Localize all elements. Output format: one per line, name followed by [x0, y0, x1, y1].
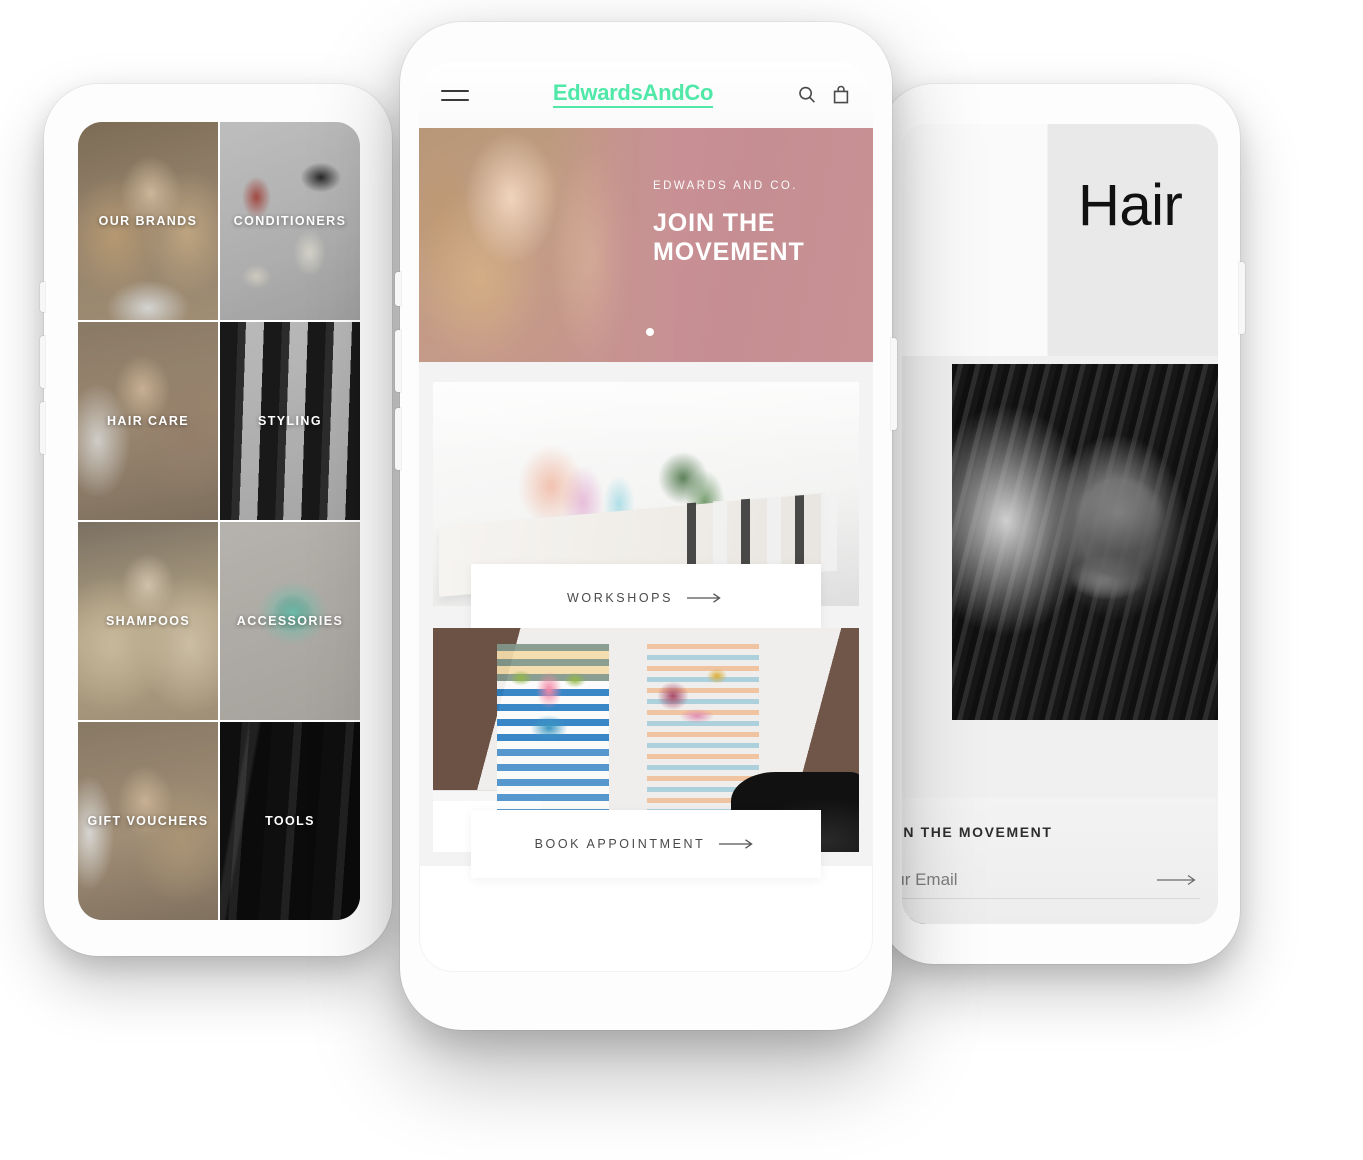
category-tile-grid: OUR BRANDS CONDITIONERS HAIR CARE STYLIN…: [78, 122, 360, 920]
category-tile-label: TOOLS: [265, 814, 315, 828]
brand-logo[interactable]: EdwardsAndCo: [552, 82, 713, 108]
hero-title: JOIN THE MOVEMENT: [653, 209, 805, 267]
category-tile-label: GIFT VOUCHERS: [87, 814, 209, 828]
mural-face-left: [497, 644, 609, 812]
workshops-button[interactable]: WORKSHOPS: [471, 564, 821, 632]
carousel-dot-active[interactable]: [646, 328, 654, 336]
newsletter-heading: JOIN THE MOVEMENT: [902, 824, 1053, 840]
center-phone-volume-up-button[interactable]: [395, 330, 401, 392]
left-phone-mute-switch[interactable]: [40, 282, 45, 312]
newsletter-panel: JOIN THE MOVEMENT Your Email: [902, 798, 1218, 924]
hamburger-bar: [441, 89, 469, 92]
newsletter-email-field[interactable]: Your Email: [902, 870, 1200, 899]
hero-kicker: EDWARDS AND CO.: [653, 180, 798, 192]
book-appointment-button[interactable]: BOOK APPOINTMENT: [471, 810, 821, 878]
hero-carousel-dots[interactable]: [646, 328, 654, 336]
category-tile-conditioners[interactable]: CONDITIONERS: [220, 122, 360, 320]
category-tile-label: ACCESSORIES: [236, 614, 344, 628]
newsletter-email-placeholder: Your Email: [902, 870, 958, 889]
promo-card-workshops: WORKSHOPS: [419, 382, 873, 632]
book-appointment-button-label: BOOK APPOINTMENT: [534, 837, 706, 851]
page-title: Hair: [1078, 173, 1183, 238]
promo-card-list: WORKSHOPS BOOK APPOINTMENT: [419, 362, 873, 878]
promo-card-book-appointment: BOOK APPOINTMENT: [419, 628, 873, 878]
hamburger-icon[interactable]: [441, 89, 469, 101]
arrow-right-icon: [687, 593, 721, 603]
hero-title-line-1: JOIN THE: [653, 209, 776, 237]
right-phone-screen: Hair JOIN THE MOVEMENT Your Email: [902, 124, 1218, 924]
category-tile-gift-vouchers[interactable]: GIFT VOUCHERS: [78, 722, 218, 920]
showcase-stage: OUR BRANDS CONDITIONERS HAIR CARE STYLIN…: [0, 0, 1363, 1160]
category-tile-our-brands[interactable]: OUR BRANDS: [78, 122, 218, 320]
shopping-bag-icon[interactable]: [831, 84, 851, 106]
category-tile-accessories[interactable]: ACCESSORIES: [220, 522, 360, 720]
header-icon-group: [797, 84, 851, 106]
category-tile-hair-care[interactable]: HAIR CARE: [78, 322, 218, 520]
category-tile-label: SHAMPOOS: [105, 614, 191, 628]
left-phone-mockup: OUR BRANDS CONDITIONERS HAIR CARE STYLIN…: [40, 84, 392, 956]
category-tile-tools[interactable]: TOOLS: [220, 722, 360, 920]
right-phone-power-button[interactable]: [1239, 262, 1245, 334]
workshops-button-label: WORKSHOPS: [566, 591, 674, 605]
hero-model-photo: [419, 128, 673, 362]
center-phone-volume-down-button[interactable]: [395, 408, 401, 470]
search-icon[interactable]: [797, 84, 817, 106]
category-tile-label: HAIR CARE: [106, 414, 190, 428]
left-phone-volume-up-button[interactable]: [40, 336, 45, 388]
category-tile-styling[interactable]: STYLING: [220, 322, 360, 520]
arrow-right-icon[interactable]: [1156, 874, 1200, 886]
center-phone-mockup: EdwardsAndCo EDWARDS AND CO. JOIN THE MO…: [395, 22, 897, 1030]
hair-page-header: Hair: [902, 124, 1218, 356]
category-tile-label: CONDITIONERS: [233, 214, 347, 228]
right-phone-mockup: Hair JOIN THE MOVEMENT Your Email: [880, 84, 1245, 964]
category-tile-label: STYLING: [258, 414, 322, 428]
hero-copy: EDWARDS AND CO. JOIN THE MOVEMENT: [653, 180, 805, 267]
left-phone-screen: OUR BRANDS CONDITIONERS HAIR CARE STYLIN…: [78, 122, 360, 920]
hero-title-line-2: MOVEMENT: [653, 238, 805, 266]
hair-category-page: Hair JOIN THE MOVEMENT Your Email: [902, 124, 1218, 924]
category-tile-label: OUR BRANDS: [98, 214, 198, 228]
center-phone-power-button[interactable]: [891, 338, 897, 430]
category-tile-shampoos[interactable]: SHAMPOOS: [78, 522, 218, 720]
center-phone-screen: EdwardsAndCo EDWARDS AND CO. JOIN THE MO…: [419, 62, 873, 972]
center-phone-mute-switch[interactable]: [395, 272, 401, 306]
hamburger-bar: [441, 98, 469, 101]
hero-banner[interactable]: EDWARDS AND CO. JOIN THE MOVEMENT: [419, 128, 873, 362]
brand-wrap: EdwardsAndCo: [469, 82, 797, 108]
app-header: EdwardsAndCo: [419, 62, 873, 128]
arrow-right-icon: [719, 839, 754, 849]
hair-hero-photo: [952, 364, 1218, 720]
left-phone-volume-down-button[interactable]: [40, 402, 45, 454]
